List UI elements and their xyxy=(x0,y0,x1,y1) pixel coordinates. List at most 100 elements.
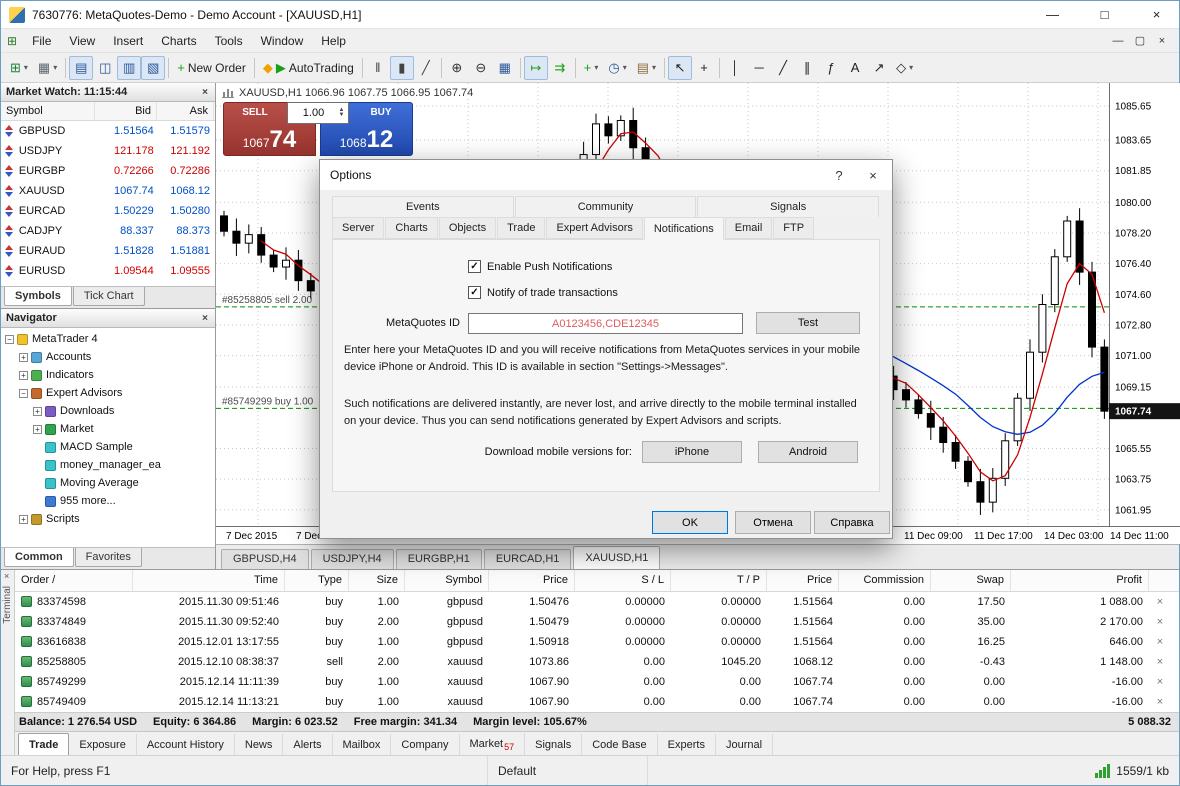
close-order-button[interactable]: × xyxy=(1149,676,1171,688)
tree-item-expert-advisors[interactable]: − Expert Advisors xyxy=(1,384,215,402)
new-order-button[interactable]: + New Order xyxy=(172,56,251,80)
market-watch-row-usdjpy[interactable]: USDJPY 121.178 121.192 xyxy=(1,141,215,161)
tile-windows-button[interactable]: ▦ xyxy=(493,56,517,80)
tree-item-moving-average[interactable]: Moving Average xyxy=(1,474,215,492)
bar-chart-mode-button[interactable]: ‖ xyxy=(366,56,390,80)
chart-menu-icon[interactable]: ⊞ xyxy=(7,34,17,48)
tree-item-downloads[interactable]: + Downloads xyxy=(1,402,215,420)
orders-col-5[interactable]: Price xyxy=(489,570,575,591)
options-tab-expert-advisors[interactable]: Expert Advisors xyxy=(546,217,643,239)
market-watch-row-eurgbp[interactable]: EURGBP 0.72266 0.72286 xyxy=(1,161,215,181)
order-row-83374598[interactable]: 83374598 2015.11.30 09:51:46 buy 1.00 gbpusd… xyxy=(15,592,1179,612)
notify-trade-transactions-checkbox[interactable]: ✓ Notify of trade transactions xyxy=(468,286,618,299)
terminal-tab-exposure[interactable]: Exposure xyxy=(69,733,137,756)
tree-item-955-more-[interactable]: 955 more... xyxy=(1,492,215,510)
order-row-83616838[interactable]: 83616838 2015.12.01 13:17:55 buy 1.00 gbpusd… xyxy=(15,632,1179,652)
minimize-button[interactable]: — xyxy=(1030,1,1075,28)
menu-help[interactable]: Help xyxy=(312,31,355,51)
tree-item-accounts[interactable]: + Accounts xyxy=(1,348,215,366)
data-window-toggle-button[interactable]: ◫ xyxy=(93,56,117,80)
order-row-85749299[interactable]: 85749299 2015.12.14 11:11:39 buy 1.00 xauusd… xyxy=(15,672,1179,692)
test-button[interactable]: Test xyxy=(756,312,860,334)
new-chart-button[interactable]: ⊞ ▾ xyxy=(5,56,33,80)
crosshair-button[interactable]: + xyxy=(692,56,716,80)
autotrading-button[interactable]: ◆ ▶ AutoTrading xyxy=(258,56,359,80)
close-order-button[interactable]: × xyxy=(1149,616,1171,628)
menu-insert[interactable]: Insert xyxy=(104,31,152,51)
orders-col-11[interactable]: Profit xyxy=(1011,570,1149,591)
market-watch-close-icon[interactable]: × xyxy=(200,87,210,98)
terminal-tab-signals[interactable]: Signals xyxy=(525,733,583,756)
cancel-button[interactable]: Отмена xyxy=(735,511,811,534)
terminal-tab-code-base[interactable]: Code Base xyxy=(582,733,658,756)
orders-col-2[interactable]: Type xyxy=(285,570,349,591)
child-restore-icon[interactable]: ▢ xyxy=(1129,31,1151,51)
close-order-button[interactable]: × xyxy=(1149,656,1171,668)
market-watch-row-eurusd[interactable]: EURUSD 1.09544 1.09555 xyxy=(1,261,215,281)
metaquotes-id-input[interactable] xyxy=(468,313,743,334)
orders-col-4[interactable]: Symbol xyxy=(405,570,489,591)
market-watch-col-bid[interactable]: Bid xyxy=(95,102,157,120)
volume-input[interactable]: 1.00 ▲ ▼ xyxy=(287,102,349,124)
close-order-button[interactable]: × xyxy=(1149,696,1171,708)
market-watch-tab-symbols[interactable]: Symbols xyxy=(4,287,72,306)
menu-window[interactable]: Window xyxy=(252,31,313,51)
chart-tab-eurgbp-h1[interactable]: EURGBP,H1 xyxy=(395,549,482,569)
menu-file[interactable]: File xyxy=(23,31,60,51)
market-watch-col-ask[interactable]: Ask xyxy=(157,102,214,120)
menu-tools[interactable]: Tools xyxy=(206,31,252,51)
close-button[interactable]: × xyxy=(1134,1,1179,28)
terminal-tab-market[interactable]: Market57 xyxy=(460,732,526,757)
zoom-in-button[interactable]: ⊕ xyxy=(445,56,469,80)
terminal-tab-account-history[interactable]: Account History xyxy=(137,733,235,756)
chart-tab-usdjpy-h4[interactable]: USDJPY,H4 xyxy=(310,549,394,569)
options-tab-email[interactable]: Email xyxy=(724,217,773,239)
shapes-button[interactable]: ◇ ▾ xyxy=(891,56,918,80)
profiles-button[interactable]: ▦ ▾ xyxy=(33,56,62,80)
indicators-button[interactable]: + ▾ xyxy=(579,56,604,80)
market-watch-toggle-button[interactable]: ▤ xyxy=(69,55,94,80)
orders-col-1[interactable]: Time xyxy=(133,570,285,591)
order-row-85258805[interactable]: 85258805 2015.12.10 08:38:37 sell 2.00 xauus… xyxy=(15,652,1179,672)
child-close-icon[interactable]: × xyxy=(1151,31,1173,51)
options-tab-community[interactable]: Community xyxy=(514,196,697,217)
iphone-button[interactable]: iPhone xyxy=(642,441,742,463)
market-watch-row-cadjpy[interactable]: CADJPY 88.337 88.373 xyxy=(1,221,215,241)
child-minimize-icon[interactable]: — xyxy=(1107,31,1129,51)
options-tab-events[interactable]: Events xyxy=(332,196,514,217)
terminal-close-icon[interactable]: × xyxy=(4,571,9,581)
navigator-tab-common[interactable]: Common xyxy=(4,548,74,567)
orders-col-0[interactable]: Order / xyxy=(15,570,133,591)
dialog-close-button[interactable]: × xyxy=(856,161,890,190)
tree-item-metatrader-4[interactable]: − MetaTrader 4 xyxy=(1,330,215,348)
horizontal-line-button[interactable]: ─ xyxy=(747,56,771,80)
tree-expander-icon[interactable]: + xyxy=(19,352,28,362)
tree-item-macd-sample[interactable]: MACD Sample xyxy=(1,438,215,456)
options-tab-notifications[interactable]: Notifications xyxy=(643,217,724,240)
menu-charts[interactable]: Charts xyxy=(152,31,205,51)
menu-view[interactable]: View xyxy=(60,31,104,51)
chart-tab-eurcad-h1[interactable]: EURCAD,H1 xyxy=(483,549,572,569)
zoom-out-button[interactable]: ⊖ xyxy=(469,56,493,80)
dialog-help-button[interactable]: ? xyxy=(822,161,856,190)
orders-col-9[interactable]: Commission xyxy=(839,570,931,591)
text-label-button[interactable]: A xyxy=(843,56,867,80)
tree-item-indicators[interactable]: + Indicators xyxy=(1,366,215,384)
templates-button[interactable]: ▤ ▾ xyxy=(632,56,661,80)
maximize-button[interactable]: □ xyxy=(1082,1,1127,28)
tree-expander-icon[interactable]: − xyxy=(19,388,28,398)
orders-col-3[interactable]: Size xyxy=(349,570,405,591)
tree-item-money-manager-ea[interactable]: money_manager_ea xyxy=(1,456,215,474)
market-watch-row-eurcad[interactable]: EURCAD 1.50229 1.50280 xyxy=(1,201,215,221)
terminal-tab-company[interactable]: Company xyxy=(391,733,460,756)
market-watch-row-euraud[interactable]: EURAUD 1.51828 1.51881 xyxy=(1,241,215,261)
close-order-button[interactable]: × xyxy=(1149,636,1171,648)
cursor-button[interactable]: ↖ xyxy=(668,55,693,80)
tree-expander-icon[interactable]: + xyxy=(19,370,28,380)
tree-expander-icon[interactable]: − xyxy=(5,334,14,344)
volume-spinner[interactable]: ▲ ▼ xyxy=(337,107,346,118)
terminal-tab-experts[interactable]: Experts xyxy=(658,733,716,756)
navigator-tab-favorites[interactable]: Favorites xyxy=(74,548,142,567)
terminal-tab-journal[interactable]: Journal xyxy=(716,733,774,756)
periods-button[interactable]: ◷ ▾ xyxy=(603,56,631,80)
